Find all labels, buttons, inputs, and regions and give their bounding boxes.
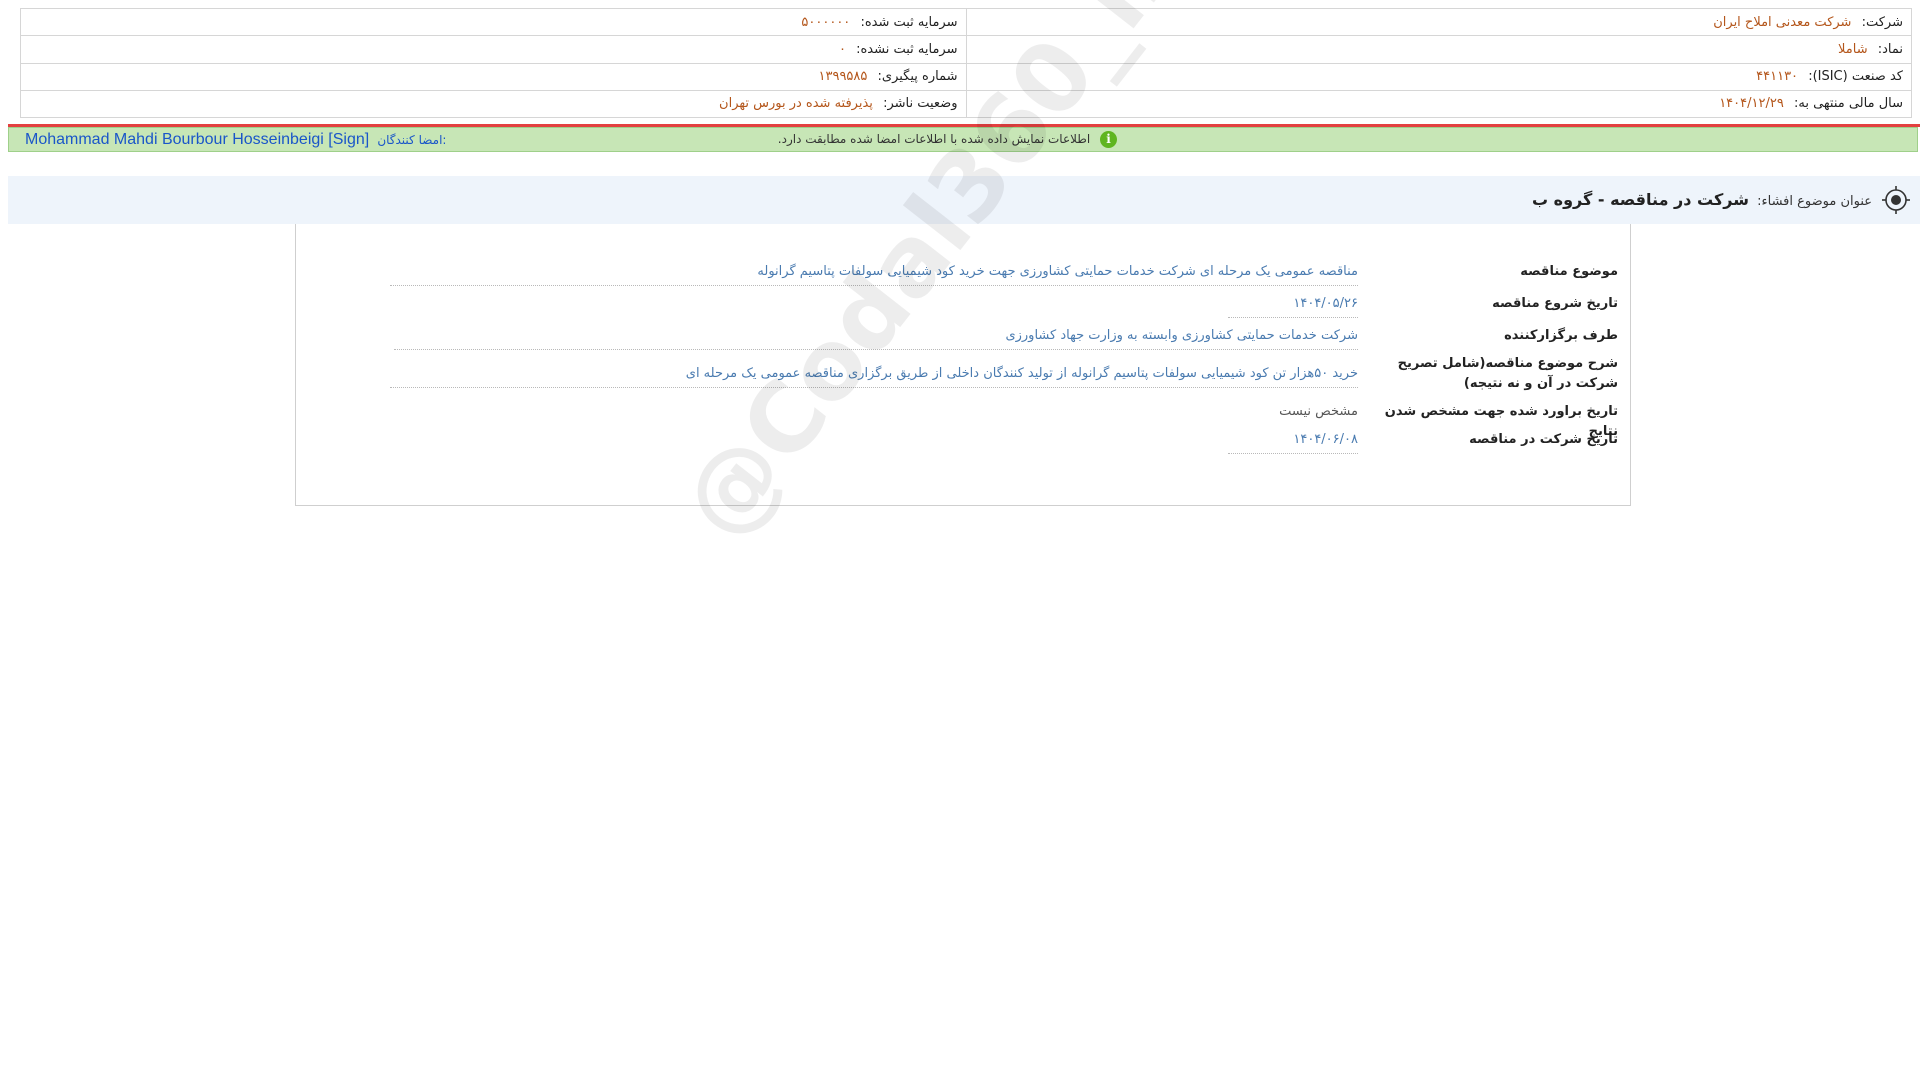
tender-value: خرید ۵۰هزار تن کود شیمیایی سولفات پتاسیم… xyxy=(390,364,1358,388)
tender-value: مناقصه عمومی یک مرحله ای شرکت خدمات حمای… xyxy=(390,262,1358,286)
subject-label: عنوان موضوع افشاء: xyxy=(1757,194,1872,209)
tender-row-description: شرح موضوع مناقصه(شامل تصریح شرکت در آن و… xyxy=(390,354,1618,398)
registered-capital-cell: سرمایه ثبت شده: ۵۰۰۰۰۰۰ xyxy=(20,7,967,37)
signer-name-link[interactable]: Mohammad Mahdi Bourbour Hosseinbeigi [Si… xyxy=(25,131,369,148)
company-cell: شرکت: شرکت معدنی املاح ایران xyxy=(965,7,1912,37)
tracking-value: ۱۳۹۹۵۸۵ xyxy=(818,69,868,85)
registered-capital-label: سرمایه ثبت شده: xyxy=(860,14,958,30)
tender-value: مشخص نیست xyxy=(1279,404,1358,419)
publisher-status-label: وضعیت ناشر: xyxy=(883,96,958,112)
publisher-status-cell: وضعیت ناشر: پذیرفته شده در بورس تهران xyxy=(20,89,967,119)
info-icon: i xyxy=(1100,131,1117,148)
tracking-cell: شماره پیگیری: ۱۳۹۹۵۸۵ xyxy=(20,62,967,91)
tender-row-subject: موضوع مناقصه مناقصه عمومی یک مرحله ای شر… xyxy=(390,262,1618,292)
publisher-status-value: پذیرفته شده در بورس تهران xyxy=(719,96,873,112)
tender-value: ۱۴۰۴/۰۶/۰۸ xyxy=(1228,430,1358,454)
tender-row-organizer: طرف برگزارکننده شرکت خدمات حمایتی کشاورز… xyxy=(394,326,1618,356)
info-row: شرکت: شرکت معدنی املاح ایران سرمایه ثبت … xyxy=(20,7,1912,37)
fiscal-year-label: سال مالی منتهی به: xyxy=(1793,96,1903,112)
tender-key: موضوع مناقصه xyxy=(1520,264,1618,279)
info-row: نماد: شاملا سرمایه ثبت نشده: ۰ xyxy=(20,35,1912,64)
subject-header: عنوان موضوع افشاء: شرکت در مناقصه - گروه… xyxy=(8,176,1920,224)
tender-key: شرح موضوع مناقصه(شامل تصریح شرکت در آن و… xyxy=(1397,356,1618,391)
symbol-cell: نماد: شاملا xyxy=(965,35,1912,64)
tender-details: موضوع مناقصه مناقصه عمومی یک مرحله ای شر… xyxy=(295,224,1631,506)
company-info-table: شرکت: شرکت معدنی املاح ایران سرمایه ثبت … xyxy=(20,7,1912,119)
subject-value: شرکت در مناقصه - گروه ب xyxy=(1532,190,1749,209)
tender-row-result-date: تاریخ براورد شده جهت مشخص شدن نتایج مشخص… xyxy=(518,402,1618,439)
company-value: شرکت معدنی املاح ایران xyxy=(1713,14,1852,30)
unregistered-capital-value: ۰ xyxy=(838,41,846,57)
isic-label: کد صنعت (ISIC): xyxy=(1808,69,1903,85)
tender-value: ۱۴۰۴/۰۵/۲۶ xyxy=(1228,294,1358,318)
verification-message: i اطلاعات نمایش داده شده با اطلاعات امضا… xyxy=(778,128,1117,151)
tracking-label: شماره پیگیری: xyxy=(877,69,958,85)
registered-capital-value: ۵۰۰۰۰۰۰ xyxy=(801,14,851,30)
unregistered-capital-cell: سرمایه ثبت نشده: ۰ xyxy=(20,35,967,64)
signers-label: امضا کنندگان: xyxy=(377,133,447,147)
isic-value: ۴۴۱۱۳۰ xyxy=(1756,69,1799,85)
tender-value: شرکت خدمات حمایتی کشاورزی وابسته به وزار… xyxy=(394,326,1358,350)
company-label: شرکت: xyxy=(1861,14,1903,30)
symbol-label: نماد: xyxy=(1877,41,1903,57)
fiscal-year-value: ۱۴۰۴/۱۲/۲۹ xyxy=(1719,96,1784,112)
isic-cell: کد صنعت (ISIC): ۴۴۱۱۳۰ xyxy=(965,62,1912,91)
tender-key: تاریخ شروع مناقصه xyxy=(1492,296,1618,311)
tender-row-start-date: تاریخ شروع مناقصه ۱۴۰۴/۰۵/۲۶ xyxy=(518,294,1618,324)
signature-bar: Mohammad Mahdi Bourbour Hosseinbeigi [Si… xyxy=(8,127,1918,152)
tender-key: تاریخ شرکت در مناقصه xyxy=(1469,432,1618,447)
tender-key: طرف برگزارکننده xyxy=(1504,328,1618,343)
unregistered-capital-label: سرمایه ثبت نشده: xyxy=(856,41,958,57)
target-icon xyxy=(1882,186,1910,214)
fiscal-year-cell: سال مالی منتهی به: ۱۴۰۴/۱۲/۲۹ xyxy=(965,89,1912,119)
symbol-value: شاملا xyxy=(1838,41,1868,57)
signers: Mohammad Mahdi Bourbour Hosseinbeigi [Si… xyxy=(25,128,446,151)
tender-row-participation-date: تاریخ شرکت در مناقصه ۱۴۰۴/۰۶/۰۸ xyxy=(518,430,1618,460)
verification-text: اطلاعات نمایش داده شده با اطلاعات امضا ش… xyxy=(777,132,1091,146)
subject-title: عنوان موضوع افشاء: شرکت در مناقصه - گروه… xyxy=(1532,176,1872,224)
info-row: سال مالی منتهی به: ۱۴۰۴/۱۲/۲۹ وضعیت ناشر… xyxy=(20,89,1912,119)
info-row: کد صنعت (ISIC): ۴۴۱۱۳۰ شماره پیگیری: ۱۳۹… xyxy=(20,62,1912,91)
